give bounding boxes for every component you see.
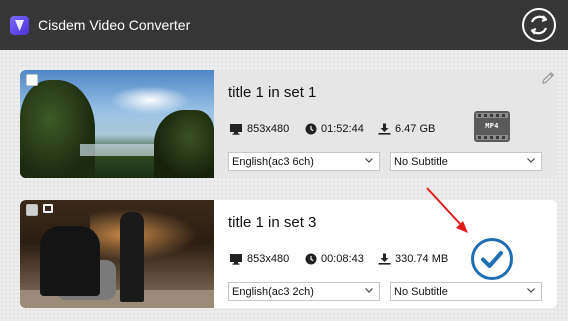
duration-value: 01:52:44 (321, 123, 364, 135)
subtitle-value: No Subtitle (394, 156, 448, 168)
size-info: 330.74 MB (378, 252, 448, 266)
checkmark-done-icon (470, 237, 514, 281)
audio-track-select[interactable]: English(ac3 6ch) (228, 152, 380, 171)
subtitle-select[interactable]: No Subtitle (390, 152, 542, 171)
clock-icon (305, 123, 317, 135)
clock-icon (305, 253, 317, 265)
audio-track-value: English(ac3 6ch) (232, 156, 314, 168)
audio-track-value: English(ac3 2ch) (232, 286, 314, 298)
chevron-down-icon (365, 158, 373, 163)
format-label: MP4 (485, 122, 499, 130)
size-value: 330.74 MB (395, 253, 449, 265)
resolution-info: 853x480 (229, 252, 289, 266)
video-title: title 1 in set 1 (228, 84, 317, 101)
monitor-icon (230, 254, 242, 265)
title-bar: Cisdem Video Converter (0, 0, 568, 50)
size-info: 6.47 GB (378, 122, 435, 136)
sync-icon[interactable] (522, 8, 556, 42)
video-item-card[interactable]: title 1 in set 1 853x480 01:52:44 6.47 G… (20, 70, 557, 178)
download-icon (378, 253, 391, 265)
video-thumbnail[interactable] (20, 200, 214, 308)
monitor-icon (230, 124, 242, 135)
download-icon (378, 123, 391, 135)
resolution-value: 853x480 (247, 123, 290, 135)
chevron-down-icon (527, 158, 535, 163)
chevron-down-icon (527, 288, 535, 293)
subtitle-value: No Subtitle (394, 286, 448, 298)
resolution-info: 853x480 (229, 122, 289, 136)
edit-pencil-icon[interactable] (540, 70, 556, 86)
audio-track-select[interactable]: English(ac3 2ch) (228, 282, 380, 301)
size-value: 6.47 GB (395, 123, 436, 135)
film-icon (43, 204, 53, 213)
video-item-card[interactable]: title 1 in set 3 853x480 00:08:43 330.74… (20, 200, 557, 308)
duration-value: 00:08:43 (321, 253, 364, 265)
app-logo-icon (10, 16, 29, 35)
mp4-format-icon[interactable]: MP4 (473, 110, 511, 143)
video-thumbnail[interactable] (20, 70, 214, 178)
select-checkbox[interactable] (26, 204, 38, 216)
video-title: title 1 in set 3 (228, 214, 317, 231)
duration-info: 01:52:44 (305, 122, 364, 136)
resolution-value: 853x480 (247, 253, 290, 265)
duration-info: 00:08:43 (305, 252, 364, 266)
subtitle-select[interactable]: No Subtitle (390, 282, 542, 301)
app-title: Cisdem Video Converter (38, 17, 191, 33)
select-checkbox[interactable] (26, 74, 38, 86)
chevron-down-icon (365, 288, 373, 293)
